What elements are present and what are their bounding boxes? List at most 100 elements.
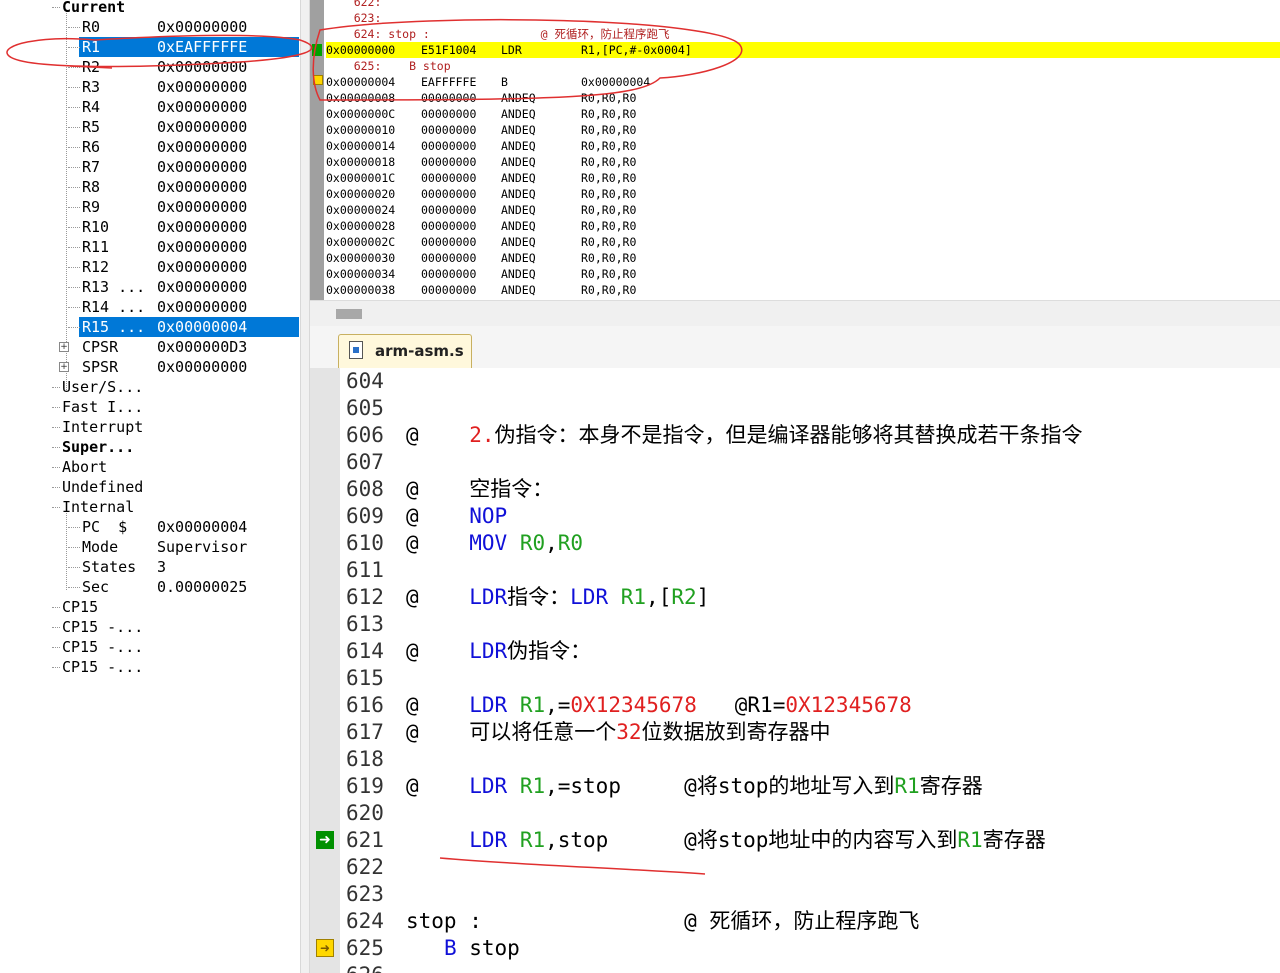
register-row[interactable]: R5 0x00000000: [0, 117, 300, 137]
register-row[interactable]: R4 0x00000000: [0, 97, 300, 117]
code-line[interactable]: 617 @ 可以将任意一个32位数据放到寄存器中: [310, 719, 1280, 746]
register-group[interactable]: Undefined: [0, 477, 300, 497]
internal-row[interactable]: Mode Supervisor: [0, 537, 300, 557]
disasm-instruction-line[interactable]: 0x0000001C 00000000 ANDEQ R0,R0,R0: [326, 170, 1280, 186]
register-row[interactable]: R8 0x00000000: [0, 177, 300, 197]
register-value[interactable]: 0x00000000: [157, 357, 247, 377]
disasm-instruction-line[interactable]: 0x00000014 00000000 ANDEQ R0,R0,R0: [326, 138, 1280, 154]
register-value[interactable]: 0x00000000: [157, 97, 247, 117]
register-group[interactable]: Abort: [0, 457, 300, 477]
registers-header[interactable]: Current: [0, 0, 300, 17]
disasm-instruction-line[interactable]: 0x00000018 00000000 ANDEQ R0,R0,R0: [326, 154, 1280, 170]
register-row[interactable]: + CPSR 0x000000D3: [0, 337, 300, 357]
code-line[interactable]: 622: [310, 854, 1280, 881]
disasm-instruction-line[interactable]: 0x00000010 00000000 ANDEQ R0,R0,R0: [326, 122, 1280, 138]
disasm-instruction-line[interactable]: 0x00000038 00000000 ANDEQ R0,R0,R0: [326, 282, 1280, 298]
register-value[interactable]: 0x00000000: [157, 117, 247, 137]
register-row[interactable]: R14 ... 0x00000000: [0, 297, 300, 317]
register-value[interactable]: 0x00000000: [157, 277, 247, 297]
register-value[interactable]: 0x00000000: [157, 157, 247, 177]
code-line[interactable]: 616 @ LDR R1,=0X12345678 @R1=0X12345678: [310, 692, 1280, 719]
expand-icon[interactable]: +: [59, 342, 69, 352]
code-line[interactable]: 621 LDR R1,stop @将stop地址中的内容写入到R1寄存器: [310, 827, 1280, 854]
register-value[interactable]: 0x00000000: [157, 297, 247, 317]
disasm-source-line[interactable]: 622:: [326, 0, 1280, 10]
register-row[interactable]: R15 ... 0x00000004: [0, 317, 300, 337]
code-text[interactable]: @ NOP: [406, 503, 507, 530]
code-line[interactable]: 613: [310, 611, 1280, 638]
register-value[interactable]: 0x00000000: [157, 197, 247, 217]
register-value[interactable]: 0x000000D3: [157, 337, 247, 357]
register-row[interactable]: + SPSR 0x00000000: [0, 357, 300, 377]
disasm-instruction-line[interactable]: 0x0000000C 00000000 ANDEQ R0,R0,R0: [326, 106, 1280, 122]
code-line[interactable]: 609 @ NOP: [310, 503, 1280, 530]
code-line[interactable]: 615: [310, 665, 1280, 692]
register-row[interactable]: R9 0x00000000: [0, 197, 300, 217]
code-line[interactable]: 620: [310, 800, 1280, 827]
code-line[interactable]: 604: [310, 368, 1280, 395]
tab-arm-asm[interactable]: arm-asm.s: [338, 334, 472, 369]
code-line[interactable]: 626: [310, 962, 1280, 973]
register-row[interactable]: R0 0x00000000: [0, 17, 300, 37]
code-line[interactable]: 611: [310, 557, 1280, 584]
disasm-instruction-line[interactable]: 0x00000008 00000000 ANDEQ R0,R0,R0: [326, 90, 1280, 106]
code-line[interactable]: 614 @ LDR伪指令：: [310, 638, 1280, 665]
panel-splitter[interactable]: [300, 0, 310, 973]
scrollbar-thumb[interactable]: [336, 309, 362, 319]
code-text[interactable]: stop : @ 死循环，防止程序跑飞: [406, 908, 919, 935]
register-row[interactable]: R6 0x00000000: [0, 137, 300, 157]
source-editor[interactable]: 604 605 606 @ 2.伪指令：本身不是指令，但是编译器能够将其替换成若干条指…: [310, 368, 1280, 973]
register-value[interactable]: 0x00000000: [157, 237, 247, 257]
register-row[interactable]: R3 0x00000000: [0, 77, 300, 97]
code-line[interactable]: 619 @ LDR R1,=stop @将stop的地址写入到R1寄存器: [310, 773, 1280, 800]
code-line[interactable]: 612 @ LDR指令：LDR R1,[R2]: [310, 584, 1280, 611]
code-text[interactable]: @ LDR指令：LDR R1,[R2]: [406, 584, 709, 611]
code-text[interactable]: LDR R1,stop @将stop地址中的内容写入到R1寄存器: [406, 827, 1045, 854]
code-line[interactable]: 625 B stop: [310, 935, 1280, 962]
register-row[interactable]: R10 0x00000000: [0, 217, 300, 237]
code-line[interactable]: 618: [310, 746, 1280, 773]
register-group[interactable]: Super...: [0, 437, 300, 457]
disasm-instruction-line[interactable]: 0x0000002C 00000000 ANDEQ R0,R0,R0: [326, 234, 1280, 250]
internal-row[interactable]: Sec 0.00000025: [0, 577, 300, 597]
code-line[interactable]: 605: [310, 395, 1280, 422]
code-text[interactable]: @ 可以将任意一个32位数据放到寄存器中: [406, 719, 831, 746]
register-value[interactable]: 0x00000000: [157, 257, 247, 277]
code-text[interactable]: B stop: [406, 935, 520, 962]
disasm-instruction-line[interactable]: 0x00000030 00000000 ANDEQ R0,R0,R0: [326, 250, 1280, 266]
disasm-instruction-line[interactable]: 0x00000020 00000000 ANDEQ R0,R0,R0: [326, 186, 1280, 202]
code-line[interactable]: 606 @ 2.伪指令：本身不是指令，但是编译器能够将其替换成若干条指令: [310, 422, 1280, 449]
cp15-group[interactable]: CP15 -...: [0, 657, 300, 677]
register-value[interactable]: 0x00000000: [157, 57, 247, 77]
disasm-instruction-line[interactable]: 0x00000028 00000000 ANDEQ R0,R0,R0: [326, 218, 1280, 234]
expand-icon[interactable]: +: [59, 362, 69, 372]
register-group[interactable]: Interrupt: [0, 417, 300, 437]
code-line[interactable]: 608 @ 空指令：: [310, 476, 1280, 503]
code-text[interactable]: @ LDR伪指令：: [406, 638, 591, 665]
code-line[interactable]: 610 @ MOV R0,R0: [310, 530, 1280, 557]
register-row[interactable]: R11 0x00000000: [0, 237, 300, 257]
code-text[interactable]: @ MOV R0,R0: [406, 530, 583, 557]
cp15-group[interactable]: CP15 -...: [0, 637, 300, 657]
code-text[interactable]: @ LDR R1,=stop @将stop的地址写入到R1寄存器: [406, 773, 983, 800]
register-value[interactable]: 0xEAFFFFFE: [157, 37, 247, 57]
disasm-instruction-line[interactable]: 0x00000034 00000000 ANDEQ R0,R0,R0: [326, 266, 1280, 282]
code-text[interactable]: @ 2.伪指令：本身不是指令，但是编译器能够将其替换成若干条指令: [406, 422, 1083, 449]
register-group[interactable]: User/S...: [0, 377, 300, 397]
register-value[interactable]: 0x00000000: [157, 137, 247, 157]
register-value[interactable]: 0x00000000: [157, 177, 247, 197]
code-text[interactable]: @ 空指令：: [406, 476, 553, 503]
disasm-source-line[interactable]: 623:: [326, 10, 1280, 26]
register-group[interactable]: Internal: [0, 497, 300, 517]
disasm-instruction-line[interactable]: 0x00000024 00000000 ANDEQ R0,R0,R0: [326, 202, 1280, 218]
code-line[interactable]: 623: [310, 881, 1280, 908]
register-value[interactable]: 0x00000000: [157, 77, 247, 97]
register-value[interactable]: 0x00000000: [157, 17, 247, 37]
register-row[interactable]: R13 ... 0x00000000: [0, 277, 300, 297]
register-row[interactable]: R2 0x00000000: [0, 57, 300, 77]
code-line[interactable]: 624 stop : @ 死循环，防止程序跑飞: [310, 908, 1280, 935]
disasm-source-line[interactable]: 624: stop : @ 死循环，防止程序跑飞: [326, 26, 1280, 42]
disasm-source-line[interactable]: 625: B stop: [326, 58, 1280, 74]
cp15-group[interactable]: CP15 -...: [0, 617, 300, 637]
register-row[interactable]: R1 0xEAFFFFFE: [0, 37, 300, 57]
